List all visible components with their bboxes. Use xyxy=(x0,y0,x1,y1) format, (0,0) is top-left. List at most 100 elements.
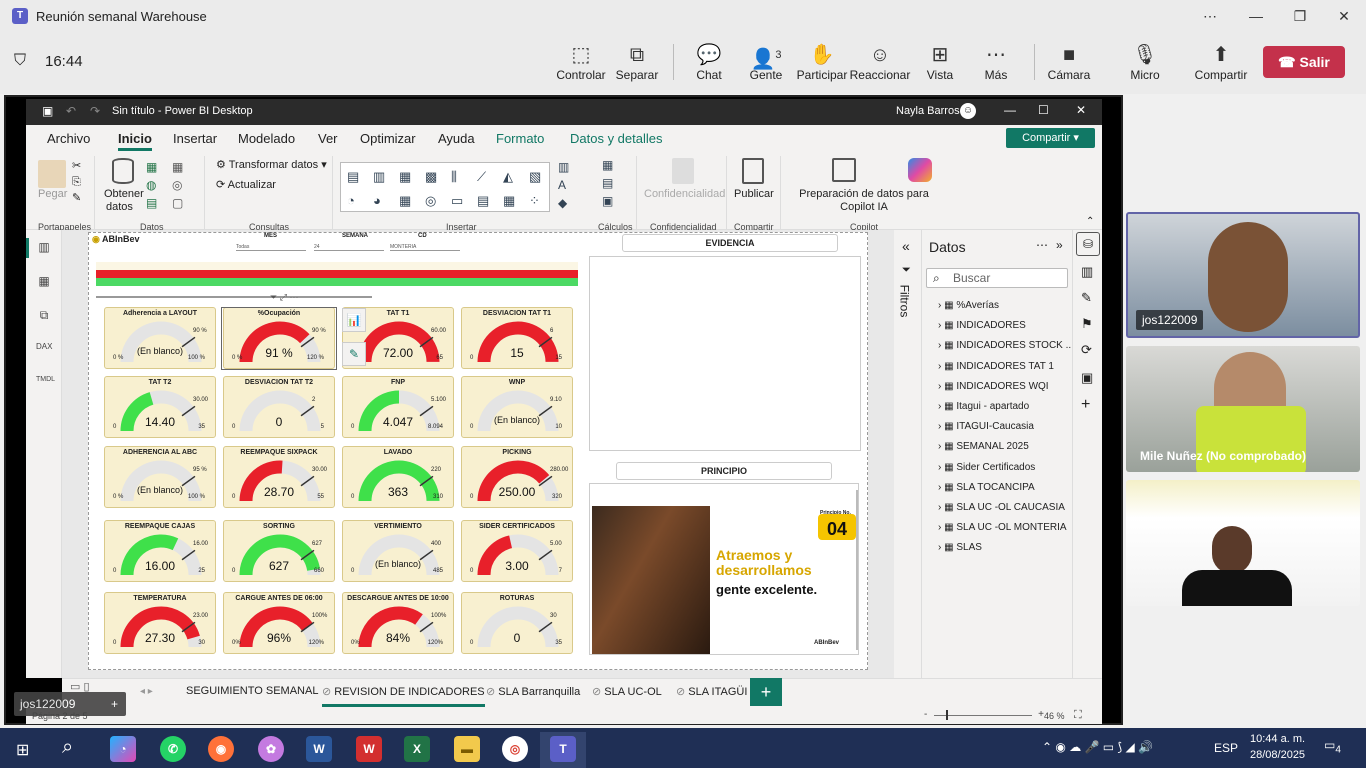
slicer-dropdown[interactable]: MONTERIA xyxy=(390,244,460,251)
tool-share-button[interactable]: ⬆ Compartir xyxy=(1186,42,1256,82)
close-button[interactable]: ✕ xyxy=(1324,4,1364,28)
folder-icon[interactable]: ▬ xyxy=(454,736,480,762)
search-icon[interactable]: ⌕ xyxy=(62,736,73,759)
gauge-card[interactable]: TEMPERATURA 27.30 0 30 23.00 xyxy=(104,592,216,654)
gauge-card[interactable]: FNP 4.047 0 8.094 5.100 xyxy=(342,376,454,438)
data-source-icons-2[interactable]: ▦ ◎ ▢ xyxy=(172,158,183,212)
visual-type-icon[interactable]: ▦ xyxy=(399,191,421,211)
tool-camera-button[interactable]: ■ Cámara xyxy=(1034,42,1104,82)
more-options-icon[interactable]: ⋯ xyxy=(1190,4,1230,28)
data-table-item[interactable]: › ▦ %Averías xyxy=(938,300,999,311)
database-icon[interactable] xyxy=(112,158,134,184)
data-source-icons[interactable]: ▦ ◍ ▤ xyxy=(146,158,157,212)
gauge-card[interactable]: SORTING 627 0 660 627 xyxy=(223,520,335,582)
visual-type-icon[interactable]: ⁘ xyxy=(529,191,551,211)
word-icon[interactable]: W xyxy=(306,736,332,762)
page-tab[interactable]: ⊘ SLA ITAGÜI xyxy=(676,685,747,698)
leave-button[interactable]: ☎ Salir xyxy=(1263,46,1345,78)
visual-type-icon[interactable]: ◔ xyxy=(347,191,369,211)
publish-button[interactable]: Publicar xyxy=(734,188,774,200)
more-options-icon[interactable]: ⋯ xyxy=(1036,238,1048,252)
ribbon-tab[interactable]: Modelado xyxy=(238,131,295,146)
collapse-ribbon-icon[interactable]: ⌃ xyxy=(1086,216,1094,227)
visualizations-gallery[interactable]: ▤ ▥ ▦ ▩ ⫼ ⟋ ◭ ▧ ◔ ◕ ▦ ◎ ▭ ▤ ▦ ⁘ xyxy=(340,162,550,212)
ribbon-tab[interactable]: Datos y detalles xyxy=(570,131,663,146)
undo-icon[interactable]: ↶ xyxy=(66,104,76,118)
visual-type-icon[interactable]: ▦ xyxy=(503,191,525,211)
windows-start-icon[interactable]: ⊞ xyxy=(16,740,29,760)
visual-type-icon[interactable]: ⫼ xyxy=(451,167,473,187)
ribbon-tab[interactable]: Optimizar xyxy=(360,131,416,146)
gauge-card[interactable]: WNP (En blanco) 0 10 9.10 xyxy=(461,376,573,438)
gauge-card[interactable]: ADHERENCIA AL ABC (En blanco) 0 % 100 % 95 % xyxy=(104,446,216,508)
visual-type-icon[interactable]: ▧ xyxy=(529,167,551,187)
calc-icons[interactable]: ▦ ▤ ▣ xyxy=(602,156,613,210)
sync-icon[interactable]: ⟳ xyxy=(1081,342,1092,358)
minimize-button[interactable]: — xyxy=(1236,4,1276,28)
avatar[interactable]: ☺ xyxy=(960,103,976,119)
gauge-card[interactable]: REEMPAQUE SIXPACK 28.70 0 55 30.00 xyxy=(223,446,335,508)
clock-date[interactable]: 28/08/2025 xyxy=(1250,749,1305,761)
clipboard-icons[interactable]: ✂ ⎘ ✎ xyxy=(72,158,81,206)
search-input[interactable]: Buscar xyxy=(926,268,1068,288)
page-tab[interactable]: ⊘ REVISION DE INDICADORES xyxy=(322,685,485,707)
model-view-icon[interactable]: ⧉ xyxy=(36,308,52,324)
format-visual-icon[interactable]: ✎ xyxy=(342,342,366,366)
zoom-slider[interactable]: - + xyxy=(924,709,1044,720)
tmdl-view-icon[interactable]: TMDL xyxy=(36,376,55,392)
copilot-icon[interactable]: ◔ xyxy=(110,736,136,762)
collapse-icon[interactable]: « xyxy=(902,238,910,254)
gauge-card[interactable]: REEMPAQUE CAJAS 16.00 0 25 16.00 xyxy=(104,520,216,582)
filters-pane-collapsed[interactable]: « ⏷ Filtros xyxy=(894,230,922,678)
participant-tile[interactable] xyxy=(1126,480,1360,606)
data-table-item[interactable]: › ▦ INDICADORES xyxy=(938,320,1026,331)
visual-type-icon[interactable]: ▭ xyxy=(451,191,473,211)
visual-type-icon[interactable]: ▥ xyxy=(373,167,395,187)
page-tab[interactable]: ⊘ SLA Barranquilla xyxy=(486,685,580,698)
excel-icon[interactable]: X xyxy=(404,736,430,762)
selection-icon[interactable]: ▣ xyxy=(1081,370,1093,386)
expand-icon[interactable]: » xyxy=(1056,238,1063,252)
wps-icon[interactable]: W xyxy=(356,736,382,762)
whatsapp-icon[interactable]: ✆ xyxy=(160,736,186,762)
minimize-button[interactable]: — xyxy=(1004,103,1016,117)
gauge-card[interactable]: VERTIMIENTO (En blanco) 0 485 400 xyxy=(342,520,454,582)
insert-icons[interactable]: ▥ A ◆ xyxy=(558,158,569,212)
visual-type-icon[interactable]: ▩ xyxy=(425,167,447,187)
data-table-item[interactable]: › ▦ INDICADORES TAT 1 xyxy=(938,361,1054,372)
gauge-card[interactable]: DESVIACION TAT T2 0 0 5 2 xyxy=(223,376,335,438)
paste-icon[interactable] xyxy=(38,160,66,188)
gauge-card[interactable]: LAVADO 363 0 310 220 xyxy=(342,446,454,508)
gauge-card[interactable]: ROTURAS 0 0 35 30 xyxy=(461,592,573,654)
page-tab[interactable]: ⊘ SLA UC-OL xyxy=(592,685,662,698)
ribbon-tab[interactable]: Archivo xyxy=(47,131,90,146)
gauge-card[interactable]: DESCARGUE ANTES DE 10:00 84% 0% 120% 100% xyxy=(342,592,454,654)
save-icon[interactable]: ▣ xyxy=(42,104,53,118)
dax-view-icon[interactable]: DAX xyxy=(36,342,52,358)
scrollbar[interactable] xyxy=(856,490,858,650)
data-table-item[interactable]: › ▦ SLA TOCANCIPA xyxy=(938,482,1035,493)
teams-icon[interactable]: T xyxy=(550,736,576,762)
ribbon-tab[interactable]: Ayuda xyxy=(438,131,475,146)
table-view-icon[interactable]: ▦ xyxy=(36,274,52,290)
firefox-icon[interactable]: ◉ xyxy=(208,736,234,762)
data-table-item[interactable]: › ▦ ITAGUI-Caucasia xyxy=(938,421,1034,432)
data-table-item[interactable]: › ▦ Sider Certificados xyxy=(938,462,1035,473)
paint-icon[interactable]: ✿ xyxy=(258,736,284,762)
language-indicator[interactable]: ESP xyxy=(1214,741,1238,755)
sensitivity-button[interactable]: Confidencialidad xyxy=(644,188,725,200)
report-view-icon[interactable]: ▥ xyxy=(36,240,52,256)
transform-data-button[interactable]: ⚙ Transformar datos ▾ xyxy=(216,158,327,171)
notification-icon[interactable]: ▭4 xyxy=(1324,738,1341,755)
page-tab[interactable]: SEGUIMIENTO SEMANAL xyxy=(186,685,318,697)
visual-type-icon[interactable]: ▤ xyxy=(477,191,499,211)
visualizations-icon[interactable]: ▥ xyxy=(1081,264,1093,280)
gauge-card[interactable]: CARGUE ANTES DE 06:00 96% 0% 120% 100% xyxy=(223,592,335,654)
get-data-button[interactable]: Obtener xyxy=(104,188,144,200)
slicer-dropdown[interactable]: 24 xyxy=(314,244,384,251)
maximize-button[interactable]: ☐ xyxy=(1038,103,1049,117)
clock-time[interactable]: 10:44 a. m. xyxy=(1250,733,1305,745)
participant-tile[interactable]: Mile Nuñez (No comprobado) xyxy=(1126,346,1360,472)
visual-type-icon[interactable]: ◎ xyxy=(425,191,447,211)
redo-icon[interactable]: ↷ xyxy=(90,104,100,118)
